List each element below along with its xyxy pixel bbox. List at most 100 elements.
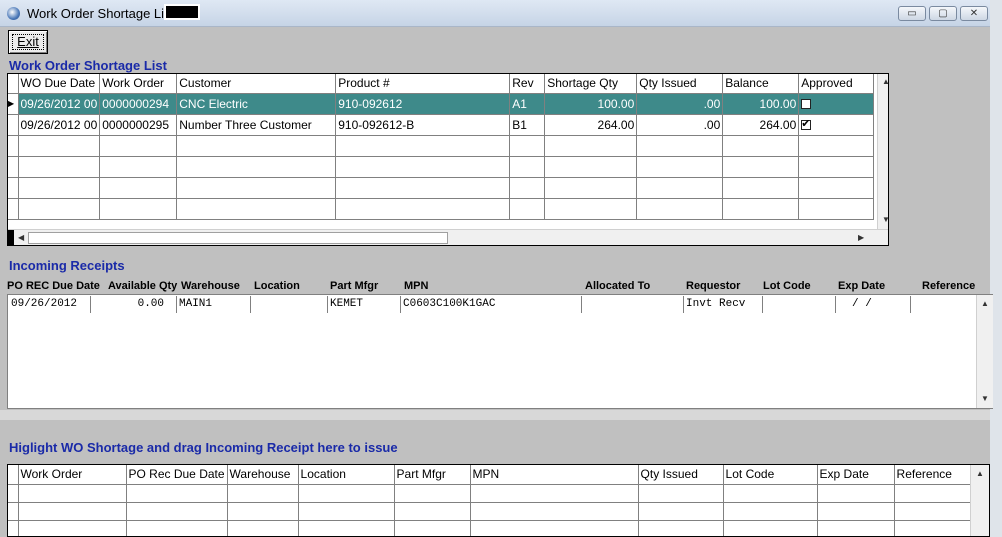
col-location[interactable]: Location: [254, 280, 300, 292]
row-indicator: [8, 114, 19, 136]
col-work-order[interactable]: Work Order: [99, 74, 178, 94]
issue-vertical-scrollbar[interactable]: ▲: [970, 465, 989, 536]
cell-work-order[interactable]: 0000000294: [99, 93, 178, 115]
col-customer[interactable]: Customer: [176, 74, 337, 94]
cell-shortage-qty[interactable]: 264.00: [544, 114, 638, 136]
cell-product[interactable]: 910-092612-B: [335, 114, 511, 136]
horizontal-scroll-thumb[interactable]: [28, 232, 448, 244]
col-qty-issued[interactable]: Qty Issued: [636, 74, 724, 94]
col-mpn[interactable]: MPN: [404, 280, 428, 292]
scrollbar-edge: [8, 230, 14, 245]
cell-balance[interactable]: 264.00: [722, 114, 800, 136]
window-title: Work Order Shortage List: [27, 6, 175, 21]
cell-due-date[interactable]: 09/26/2012 00: [18, 114, 101, 136]
cell-qty-issued[interactable]: .00: [636, 93, 724, 115]
empty-row: [8, 177, 875, 199]
scroll-up-icon[interactable]: ▲: [882, 77, 888, 86]
col-part-mfgr[interactable]: Part Mfgr: [394, 465, 471, 485]
cell-available-qty[interactable]: 0.00: [92, 296, 164, 313]
col-balance[interactable]: Balance: [722, 74, 800, 94]
shortage-header-row: WO Due Date Work Order Customer Product …: [8, 74, 875, 94]
scroll-up-icon[interactable]: ▲: [976, 469, 984, 478]
row-pointer-icon: ▶: [8, 93, 19, 115]
empty-row: [8, 484, 974, 503]
col-lot-code[interactable]: Lot Code: [763, 280, 811, 292]
cell-exp-date[interactable]: / /: [852, 296, 872, 313]
issue-header-row: Work Order PO Rec Due Date Warehouse Loc…: [8, 465, 974, 485]
col-rev[interactable]: Rev: [509, 74, 546, 94]
col-warehouse[interactable]: Warehouse: [227, 465, 299, 485]
incoming-receipts-grid[interactable]: 09/26/2012 0.00 MAIN1 KEMET C0603C100K1G…: [7, 294, 993, 409]
cell-rev[interactable]: A1: [509, 93, 546, 115]
cell-po-due-date[interactable]: 09/26/2012: [11, 296, 77, 313]
cell-work-order[interactable]: 0000000295: [99, 114, 178, 136]
col-wo-due-date[interactable]: WO Due Date: [18, 74, 101, 94]
app-icon: [7, 7, 20, 20]
approved-checkbox[interactable]: [801, 117, 812, 131]
shortage-horizontal-scrollbar[interactable]: ◀ ▶: [8, 229, 888, 245]
scroll-up-icon[interactable]: ▲: [981, 299, 989, 308]
cell-warehouse[interactable]: MAIN1: [179, 296, 212, 313]
col-shortage-qty[interactable]: Shortage Qty: [544, 74, 638, 94]
col-work-order[interactable]: Work Order: [18, 465, 127, 485]
col-approved[interactable]: Approved: [798, 74, 875, 94]
close-button[interactable]: ✕: [960, 6, 988, 21]
empty-row: [8, 135, 875, 157]
col-warehouse[interactable]: Warehouse: [181, 280, 240, 292]
empty-row: [8, 502, 974, 521]
redacted-box: [164, 4, 200, 20]
cell-approved[interactable]: [798, 93, 875, 115]
scroll-left-icon[interactable]: ◀: [18, 233, 24, 242]
minimize-button[interactable]: ▭: [898, 6, 926, 21]
incoming-vertical-scrollbar[interactable]: ▲ ▼: [976, 295, 993, 408]
cell-qty-issued[interactable]: .00: [636, 114, 724, 136]
section-divider: [0, 410, 990, 420]
cell-requestor[interactable]: Invt Recv: [686, 296, 745, 313]
cell-customer[interactable]: Number Three Customer: [176, 114, 337, 136]
col-lot-code[interactable]: Lot Code: [723, 465, 818, 485]
empty-row: [8, 198, 875, 220]
window-frame-right: [990, 0, 1002, 537]
cell-due-date[interactable]: 09/26/2012 00: [18, 93, 101, 115]
table-row[interactable]: ▶ 09/26/2012 00 0000000294 CNC Electric …: [8, 93, 875, 115]
shortage-grid[interactable]: WO Due Date Work Order Customer Product …: [7, 73, 889, 246]
scroll-down-icon[interactable]: ▼: [882, 215, 888, 224]
cell-balance[interactable]: 100.00: [722, 93, 800, 115]
issue-drop-title: Higlight WO Shortage and drag Incoming R…: [9, 440, 398, 455]
empty-row: [8, 520, 974, 536]
shortage-vertical-scrollbar[interactable]: ▲ ▼: [877, 74, 888, 229]
col-allocated-to[interactable]: Allocated To: [585, 280, 650, 292]
col-mpn[interactable]: MPN: [470, 465, 639, 485]
col-exp-date[interactable]: Exp Date: [838, 280, 885, 292]
cell-part-mfgr[interactable]: KEMET: [330, 296, 363, 313]
scroll-down-icon[interactable]: ▼: [981, 394, 989, 403]
col-product[interactable]: Product #: [335, 74, 511, 94]
col-qty-issued[interactable]: Qty Issued: [638, 465, 724, 485]
header-indicator: [8, 74, 19, 94]
col-po-rec-due-date[interactable]: PO Rec Due Date: [126, 465, 228, 485]
scroll-right-icon[interactable]: ▶: [858, 233, 864, 242]
col-po-rec-due-date[interactable]: PO REC Due Date: [7, 280, 100, 292]
cell-product[interactable]: 910-092612: [335, 93, 511, 115]
issue-drop-grid[interactable]: Work Order PO Rec Due Date Warehouse Loc…: [7, 464, 990, 537]
col-reference[interactable]: Reference: [922, 280, 975, 292]
col-reference[interactable]: Reference: [894, 465, 974, 485]
cell-shortage-qty[interactable]: 100.00: [544, 93, 638, 115]
approved-checkbox[interactable]: [801, 99, 812, 110]
title-bar: Work Order Shortage List ▭ ▢ ✕: [0, 0, 1002, 27]
maximize-button[interactable]: ▢: [929, 6, 957, 21]
shortage-list-title: Work Order Shortage List: [9, 58, 167, 73]
exit-button[interactable]: Exit: [8, 30, 48, 54]
table-row[interactable]: 09/26/2012 00 0000000295 Number Three Cu…: [8, 114, 875, 136]
col-part-mfgr[interactable]: Part Mfgr: [330, 280, 378, 292]
cell-approved[interactable]: [798, 114, 875, 136]
cell-rev[interactable]: B1: [509, 114, 546, 136]
header-indicator: [8, 465, 19, 485]
cell-customer[interactable]: CNC Electric: [176, 93, 337, 115]
col-available-qty[interactable]: Available Qty: [108, 280, 177, 292]
col-location[interactable]: Location: [298, 465, 395, 485]
empty-row: [8, 156, 875, 178]
col-exp-date[interactable]: Exp Date: [817, 465, 895, 485]
col-requestor[interactable]: Requestor: [686, 280, 740, 292]
cell-mpn[interactable]: C0603C100K1GAC: [403, 296, 495, 313]
